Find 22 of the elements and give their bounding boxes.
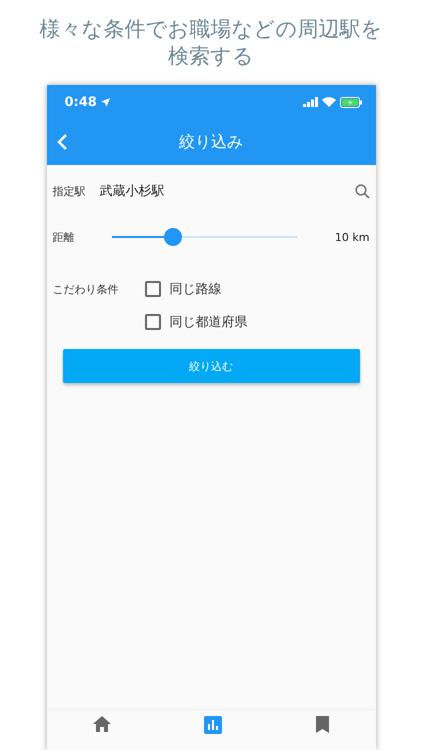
distance-label: 距離 [52, 230, 74, 244]
battery-icon [340, 96, 362, 108]
bar-chart-icon[interactable] [204, 716, 222, 734]
search-icon[interactable] [354, 184, 370, 198]
caption: 様々な条件でお職場などの周辺駅を検索する [38, 16, 384, 70]
status-time: 0:48 [64, 94, 97, 110]
checkbox[interactable] [144, 280, 160, 296]
distance-reading: 10 km [334, 230, 370, 244]
screen-title: 絞り込み [179, 132, 243, 152]
signal-icon [302, 97, 318, 107]
station-label: 指定駅 [52, 184, 86, 198]
slider-thumb[interactable] [164, 228, 182, 246]
checkbox-label: 同じ路線 [170, 280, 222, 298]
home-icon[interactable] [93, 716, 112, 732]
station-value[interactable]: 武蔵小杉駅 [100, 182, 340, 200]
checkbox-label: 同じ都道府県 [170, 314, 248, 330]
location-arrow-icon [100, 98, 110, 106]
checkbox[interactable] [144, 314, 160, 330]
bookmark-icon[interactable] [316, 716, 329, 733]
wifi-icon [322, 97, 336, 107]
conditions-label: こだわり条件 [52, 282, 120, 298]
back-icon[interactable] [56, 133, 68, 151]
